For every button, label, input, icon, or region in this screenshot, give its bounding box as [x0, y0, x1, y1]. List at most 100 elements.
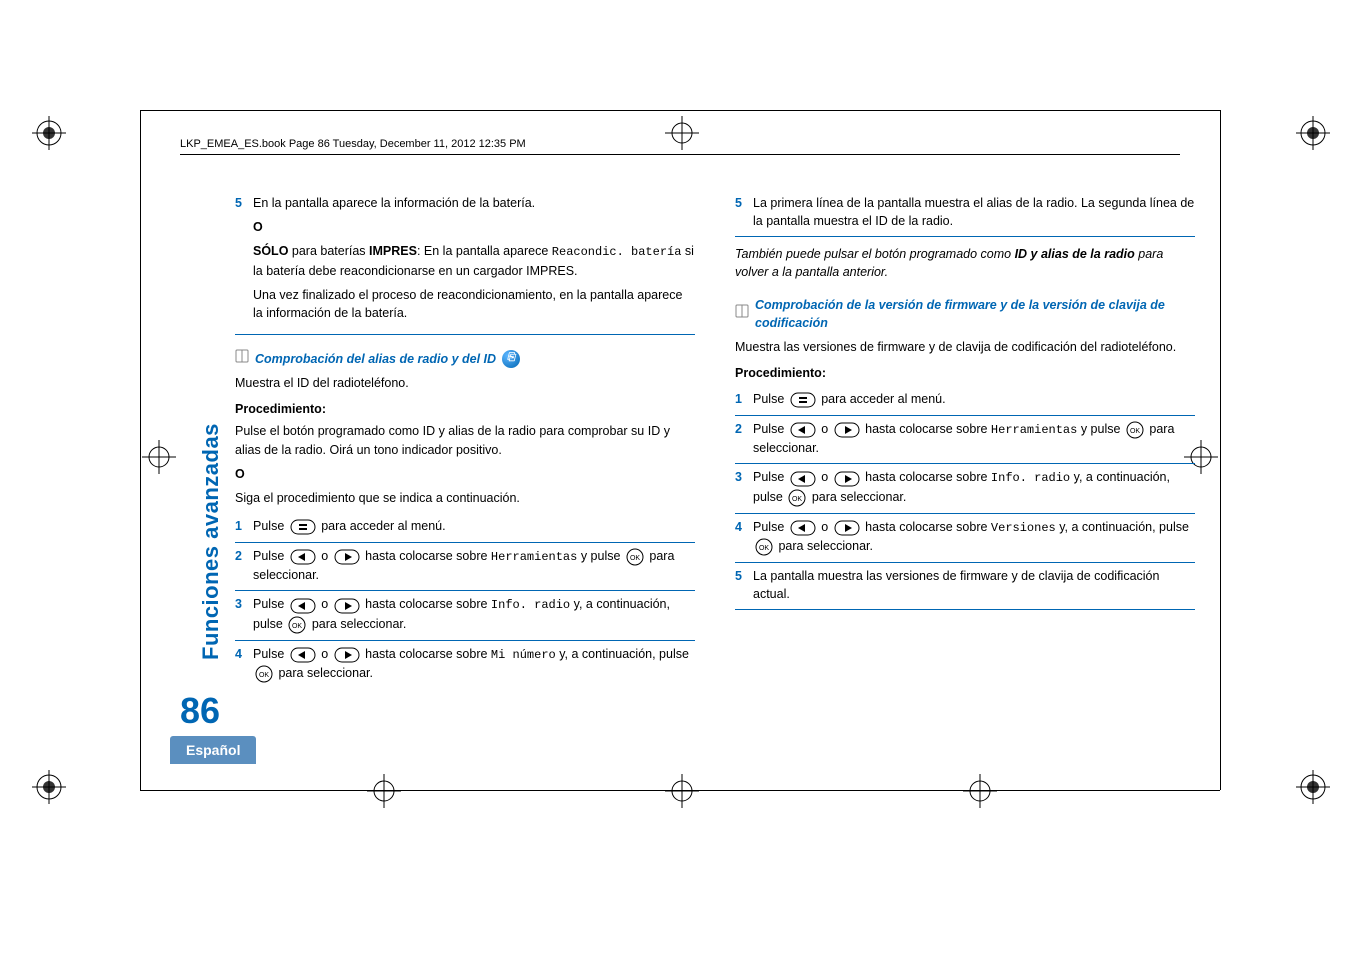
- svg-text:OK: OK: [792, 496, 802, 503]
- mono-text: Versiones: [991, 521, 1056, 535]
- step-1: 1 Pulse para acceder al menú.: [235, 513, 695, 543]
- text: hasta colocarse sobre: [865, 422, 991, 436]
- right-arrow-button-icon: [334, 596, 360, 614]
- registration-mark-icon: [142, 440, 176, 474]
- left-arrow-button-icon: [290, 547, 316, 565]
- step-number: 4: [235, 645, 253, 663]
- mono-text: Herramientas: [491, 550, 577, 564]
- menu-button-icon: [790, 391, 816, 409]
- step-number: 5: [735, 567, 753, 585]
- book-icon: [235, 349, 249, 368]
- left-column: 5 En la pantalla aparece la información …: [235, 190, 695, 689]
- text: y pulse: [1081, 422, 1124, 436]
- step-5: 5 La primera línea de la pantalla muestr…: [735, 190, 1195, 237]
- text: hasta colocarse sobre: [365, 597, 491, 611]
- text: En la pantalla aparece la información de…: [253, 196, 535, 210]
- step-5b: 5 La pantalla muestra las versiones de f…: [735, 563, 1195, 610]
- ok-button-icon: OK: [1126, 420, 1144, 439]
- crop-line: [1220, 110, 1222, 790]
- section-title-text: Comprobación de la versión de firmware y…: [755, 296, 1195, 332]
- text: Muestra el ID del radioteléfono.: [235, 376, 409, 390]
- mono-text: Reacondic. batería: [552, 245, 682, 259]
- step-number: 1: [735, 390, 753, 408]
- step-5: 5 En la pantalla aparece la información …: [235, 190, 695, 335]
- text: o: [321, 647, 331, 661]
- text: Pulse: [753, 520, 788, 534]
- left-arrow-button-icon: [790, 420, 816, 438]
- mono-text: Info. radio: [991, 471, 1070, 485]
- procedure-label: Procedimiento:: [235, 400, 695, 418]
- step-number: 2: [735, 420, 753, 438]
- section-title-alias: Comprobación del alias de radio y del ID…: [235, 349, 695, 368]
- step-2: 2 Pulse o hasta colocarse sobre Herramie…: [235, 543, 695, 592]
- ok-button-icon: OK: [255, 664, 273, 683]
- header-rule: [180, 154, 1180, 155]
- page-number: 86: [180, 690, 220, 732]
- registration-mark-icon: [1296, 770, 1330, 804]
- mono-text: Mi número: [491, 648, 556, 662]
- step-number: 5: [235, 194, 253, 212]
- text: hasta colocarse sobre: [365, 647, 491, 661]
- page-header: LKP_EMEA_ES.book Page 86 Tuesday, Decemb…: [180, 138, 526, 150]
- step-number: 3: [235, 595, 253, 613]
- right-arrow-button-icon: [834, 420, 860, 438]
- text: y, a continuación, pulse: [1059, 520, 1189, 534]
- registration-mark-icon: [963, 774, 997, 808]
- text: para seleccionar.: [778, 539, 873, 553]
- text: hasta colocarse sobre: [865, 470, 991, 484]
- note-text: También puede pulsar el botón programado…: [735, 245, 1195, 281]
- or-label: O: [235, 467, 245, 481]
- feature-badge-icon: ⎘: [502, 350, 520, 368]
- section-title-firmware: Comprobación de la versión de firmware y…: [735, 296, 1195, 332]
- right-arrow-button-icon: [334, 547, 360, 565]
- section-title-text: Comprobación del alias de radio y del ID: [255, 350, 496, 368]
- right-arrow-button-icon: [834, 518, 860, 536]
- text: para seleccionar.: [312, 617, 407, 631]
- text: También puede pulsar el botón programado…: [735, 247, 1015, 261]
- svg-text:OK: OK: [1130, 428, 1140, 435]
- ok-button-icon: OK: [288, 615, 306, 634]
- left-arrow-button-icon: [790, 518, 816, 536]
- step-number: 3: [735, 468, 753, 486]
- text: hasta colocarse sobre: [865, 520, 991, 534]
- section-tab: Funciones avanzadas: [198, 423, 224, 660]
- text: SÓLO: [253, 244, 288, 258]
- step-4: 4 Pulse o hasta colocarse sobre Mi númer…: [235, 641, 695, 689]
- step-number: 4: [735, 518, 753, 536]
- ok-button-icon: OK: [626, 547, 644, 566]
- left-arrow-button-icon: [790, 469, 816, 487]
- text: o: [821, 422, 831, 436]
- text: Muestra las versiones de firmware y de c…: [735, 340, 1176, 354]
- crop-line: [140, 110, 1220, 112]
- or-label: O: [253, 220, 263, 234]
- step-1: 1 Pulse para acceder al menú.: [735, 386, 1195, 416]
- svg-text:OK: OK: [292, 623, 302, 630]
- text: Pulse: [253, 647, 288, 661]
- text: hasta colocarse sobre: [365, 549, 491, 563]
- text: La pantalla muestra las versiones de fir…: [753, 569, 1159, 601]
- right-arrow-button-icon: [834, 469, 860, 487]
- text: Pulse: [753, 470, 788, 484]
- text: y, a continuación, pulse: [559, 647, 689, 661]
- mono-text: Herramientas: [991, 423, 1077, 437]
- text: Pulse el botón programado como ID y alia…: [235, 424, 670, 456]
- text: y pulse: [581, 549, 624, 563]
- procedure-label: Procedimiento:: [735, 364, 1195, 382]
- step-number: 1: [235, 517, 253, 535]
- text: : En la pantalla aparece: [417, 244, 552, 258]
- step-4: 4 Pulse o hasta colocarse sobre Versione…: [735, 514, 1195, 563]
- text: IMPRES: [369, 244, 417, 258]
- text: para acceder al menú.: [821, 392, 945, 406]
- text: o: [821, 470, 831, 484]
- text: Pulse: [253, 519, 288, 533]
- left-arrow-button-icon: [290, 645, 316, 663]
- content-area: 5 En la pantalla aparece la información …: [235, 190, 1195, 689]
- step-3: 3 Pulse o hasta colocarse sobre Info. ra…: [735, 464, 1195, 513]
- step-number: 5: [735, 194, 753, 212]
- page-root: LKP_EMEA_ES.book Page 86 Tuesday, Decemb…: [0, 0, 1350, 954]
- text: para baterías: [288, 244, 369, 258]
- text: para seleccionar.: [278, 666, 373, 680]
- text: Siga el procedimiento que se indica a co…: [235, 491, 520, 505]
- menu-button-icon: [290, 518, 316, 536]
- text: Pulse: [253, 549, 288, 563]
